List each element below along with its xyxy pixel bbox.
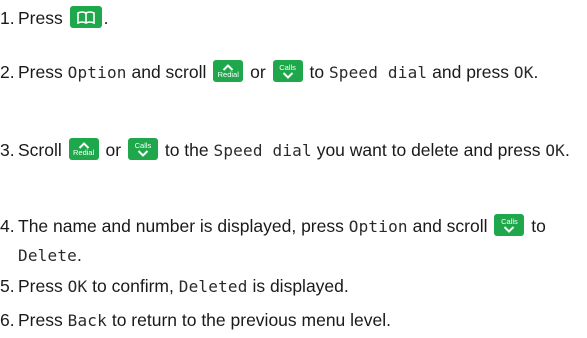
step-number: 3. xyxy=(0,140,15,160)
calls-label: Calls xyxy=(279,62,296,72)
step-number: 1. xyxy=(0,8,15,28)
lcd-speed-dial: Speed dial xyxy=(213,141,312,160)
phonebook-key xyxy=(69,6,102,29)
calls-label: Calls xyxy=(501,216,518,226)
step-text: The name and number is displayed, press … xyxy=(18,214,546,265)
step-text: Press Back to return to the previous men… xyxy=(18,310,392,330)
calls-key: Calls xyxy=(494,214,525,237)
chevron-down-icon xyxy=(282,72,293,79)
lcd-ok: OK xyxy=(545,141,566,160)
step-text: Scroll Redial or Calls to the Speed dial… xyxy=(18,138,570,161)
redial-key: Redial xyxy=(213,60,244,83)
calls-label: Calls xyxy=(134,140,152,150)
step-text: Press Option and scroll Redial or Calls … xyxy=(18,60,539,83)
chevron-down-icon xyxy=(137,150,149,157)
phonebook-icon xyxy=(76,11,95,24)
lcd-option: Option xyxy=(67,63,127,82)
lcd-back: Back xyxy=(67,311,107,330)
step-number: 2. xyxy=(0,62,15,82)
step-number: 6. xyxy=(0,310,15,330)
redial-key: Redial xyxy=(68,138,99,161)
step-text: Press OK to confirm, Deleted is displaye… xyxy=(18,276,349,296)
lcd-option: Option xyxy=(348,217,408,236)
step-number: 5. xyxy=(0,276,15,296)
step-number: 4. xyxy=(0,216,15,236)
chevron-down-icon xyxy=(504,226,515,233)
calls-key: Calls xyxy=(272,60,303,83)
redial-label: Redial xyxy=(217,69,239,79)
lcd-deleted: Deleted xyxy=(178,277,248,296)
lcd-speed-dial: Speed dial xyxy=(328,63,428,82)
redial-label: Redial xyxy=(73,147,95,157)
calls-key: Calls xyxy=(127,138,158,161)
lcd-ok: OK xyxy=(513,63,534,82)
lcd-delete: Delete xyxy=(18,246,77,265)
lcd-ok: OK xyxy=(67,277,88,296)
step-text: Press . xyxy=(18,6,109,29)
